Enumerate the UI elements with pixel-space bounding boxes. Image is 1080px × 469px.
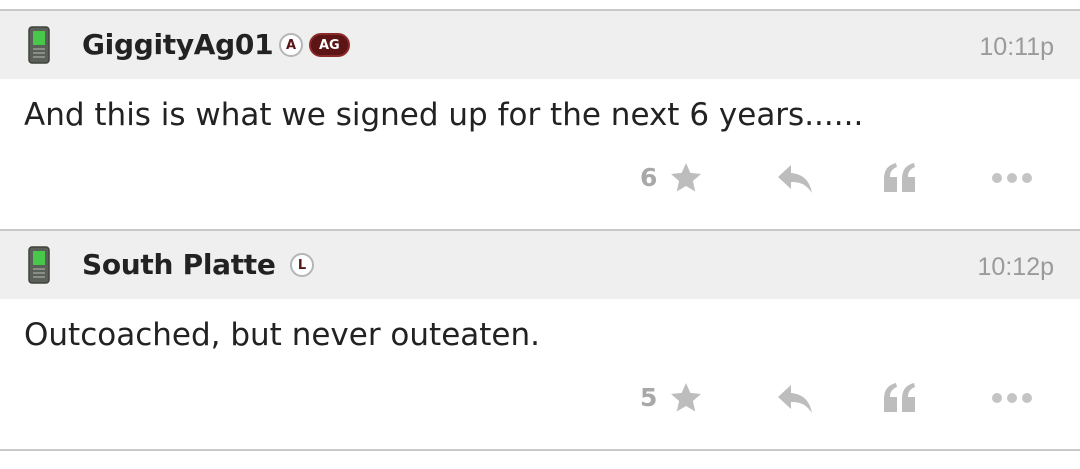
badge-ag[interactable]: AG [309,33,350,57]
post-time[interactable]: 10:11p [979,11,1054,79]
post-header: GiggityAg01 A AG 10:11p [0,11,1080,79]
forum-post: South Platte L 10:12p Outcoached, but ne… [0,229,1080,451]
like-count: 6 [640,163,658,192]
user-badges: L [290,253,314,277]
forum-post: GiggityAg01 A AG 10:11p And this is what… [0,11,1080,229]
username[interactable]: GiggityAg01 [82,11,274,79]
phone-icon [28,26,50,64]
user-badges: A AG [279,33,350,57]
badge-a[interactable]: A [279,33,303,57]
username[interactable]: South Platte [82,231,276,299]
post-actions: 6 [0,149,1080,229]
star-icon[interactable] [668,160,704,196]
post-time[interactable]: 10:12p [978,231,1054,299]
phone-icon [28,246,50,284]
reply-icon[interactable] [776,382,814,416]
more-icon[interactable] [990,391,1034,405]
top-divider [0,0,1080,11]
reply-icon[interactable] [776,162,814,196]
post-actions: 5 [0,369,1080,449]
quote-icon[interactable] [882,162,918,194]
post-body: And this is what we signed up for the ne… [24,97,864,133]
badge-l[interactable]: L [290,253,314,277]
like-count: 5 [640,383,658,412]
star-icon[interactable] [668,380,704,416]
post-body: Outcoached, but never outeaten. [24,317,540,353]
quote-icon[interactable] [882,382,918,414]
post-header: South Platte L 10:12p [0,231,1080,299]
more-icon[interactable] [990,171,1034,185]
